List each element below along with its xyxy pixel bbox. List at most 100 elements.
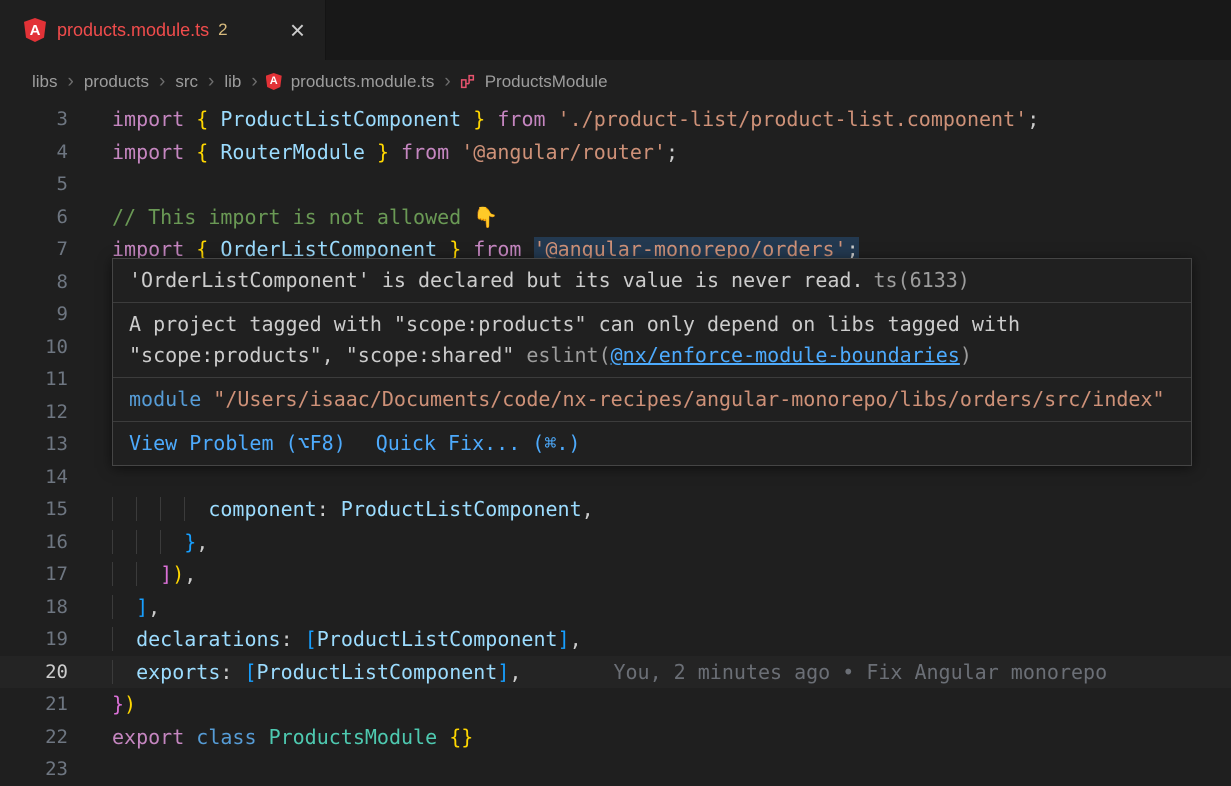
class-symbol-icon (459, 73, 476, 90)
line-number: 23 (0, 753, 68, 786)
code-token: from (401, 140, 449, 164)
chevron-right-icon: › (60, 71, 82, 93)
code-token: ProductListComponent (317, 627, 558, 651)
code-token: './product-list/product-list.component' (558, 107, 1028, 131)
line-number: 20 (0, 656, 68, 689)
breadcrumb-item-lib[interactable]: lib (222, 72, 243, 92)
breadcrumb: libs › products › src › lib › A products… (0, 60, 1231, 103)
code-token: export (112, 725, 184, 749)
code-token: from (497, 107, 545, 131)
chevron-right-icon: › (200, 71, 222, 93)
code-token: ; (666, 140, 678, 164)
tab-bar: A products.module.ts 2 × (0, 0, 1231, 60)
breadcrumb-item-symbol[interactable]: ProductsModule (483, 72, 610, 92)
module-keyword: module (129, 387, 201, 411)
code-line[interactable]: 16 }, (0, 526, 1231, 559)
code-token: component (208, 497, 316, 521)
tab-problem-count: 2 (218, 20, 227, 40)
line-number: 14 (0, 461, 68, 494)
code-token (112, 530, 184, 554)
code-line[interactable]: 4import { RouterModule } from '@angular/… (0, 136, 1231, 169)
line-number: 3 (0, 103, 68, 136)
code-token (208, 140, 220, 164)
hover-widget: 'OrderListComponent' is declared but its… (112, 258, 1192, 466)
line-code: ]), (112, 558, 196, 591)
code-line[interactable]: 15 component: ProductListComponent, (0, 493, 1231, 526)
code-token: ] (558, 627, 570, 651)
line-code: declarations: [ProductListComponent], (112, 623, 582, 656)
code-token: ) (172, 562, 184, 586)
code-line[interactable]: 5 (0, 168, 1231, 201)
line-number: 8 (0, 266, 68, 299)
hover-actions: View Problem (⌥F8) Quick Fix... (⌘.) (113, 422, 1191, 465)
breadcrumb-item-src[interactable]: src (173, 72, 200, 92)
code-token: } (184, 530, 196, 554)
code-line[interactable]: 18 ], (0, 591, 1231, 624)
line-code: export class ProductsModule {} (112, 721, 473, 754)
code-token (112, 627, 136, 651)
code-token: } (377, 140, 389, 164)
hover-message-ts: 'OrderListComponent' is declared but its… (113, 259, 1191, 303)
code-line[interactable]: 3import { ProductListComponent } from '.… (0, 103, 1231, 136)
code-token: ; (1027, 107, 1039, 131)
line-number: 11 (0, 363, 68, 396)
line-number: 5 (0, 168, 68, 201)
code-token: , (509, 660, 521, 684)
code-line[interactable]: 23 (0, 753, 1231, 786)
code-token (365, 140, 377, 164)
line-number: 22 (0, 721, 68, 754)
code-token: : (220, 660, 232, 684)
code-token: import (112, 140, 184, 164)
angular-file-icon: A (266, 73, 282, 90)
code-token: exports (136, 660, 220, 684)
code-token: ProductListComponent (220, 107, 461, 131)
code-token (461, 107, 473, 131)
chevron-right-icon: › (151, 71, 173, 93)
code-token (293, 627, 305, 651)
line-number: 4 (0, 136, 68, 169)
code-line[interactable]: 22 export class ProductsModule {} (0, 721, 1231, 754)
code-token (184, 725, 196, 749)
code-line[interactable]: 17 ]), (0, 558, 1231, 591)
code-token: } (112, 692, 124, 716)
line-number: 13 (0, 428, 68, 461)
code-token: {} (449, 725, 473, 749)
code-line[interactable]: 19 declarations: [ProductListComponent], (0, 623, 1231, 656)
code-token: ] (497, 660, 509, 684)
code-token (112, 562, 160, 586)
tab-products-module[interactable]: A products.module.ts 2 × (0, 0, 326, 60)
code-token (184, 140, 196, 164)
code-token (485, 107, 497, 131)
quick-fix-action[interactable]: Quick Fix... (⌘.) (376, 428, 581, 459)
code-token: , (184, 562, 196, 586)
breadcrumb-item-file[interactable]: products.module.ts (289, 72, 437, 92)
line-number: 19 (0, 623, 68, 656)
breadcrumb-item-products[interactable]: products (82, 72, 151, 92)
code-token (112, 595, 136, 619)
code-token (257, 725, 269, 749)
code-line[interactable]: 20 exports: [ProductListComponent],You, … (0, 656, 1231, 689)
line-number: 15 (0, 493, 68, 526)
eslint-rule-link[interactable]: @nx/enforce-module-boundaries (611, 343, 960, 367)
code-token: import (112, 107, 184, 131)
close-icon[interactable]: × (274, 17, 305, 43)
code-token: } (473, 107, 485, 131)
eslint-source-prefix: eslint( (514, 343, 610, 367)
code-token (389, 140, 401, 164)
editor[interactable]: 3 import { ProductListComponent } from '.… (0, 103, 1231, 780)
code-token: , (582, 497, 594, 521)
breadcrumb-item-libs[interactable]: libs (30, 72, 60, 92)
angular-icon: A (24, 18, 46, 42)
code-line[interactable]: 21}) (0, 688, 1231, 721)
module-path-string: "/Users/isaac/Documents/code/nx-recipes/… (213, 387, 1164, 411)
view-problem-action[interactable]: View Problem (⌥F8) (129, 428, 346, 459)
code-line[interactable]: 6 // This import is not allowed 👇 (0, 201, 1231, 234)
code-token: : (317, 497, 329, 521)
hover-message-eslint: A project tagged with "scope:products" c… (113, 303, 1191, 378)
line-number: 6 (0, 201, 68, 234)
code-token: { (196, 140, 208, 164)
ts-diagnostic-text: 'OrderListComponent' is declared but its… (129, 268, 864, 292)
line-number: 10 (0, 331, 68, 364)
code-token: // This import is not allowed 👇 (112, 205, 498, 229)
line-code: component: ProductListComponent, (112, 493, 594, 526)
